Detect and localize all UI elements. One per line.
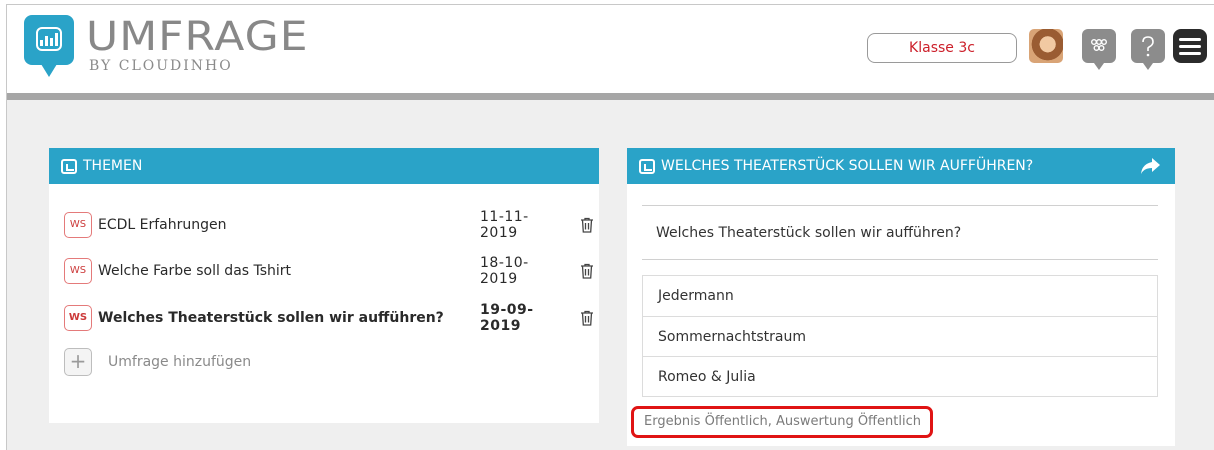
header-divider — [7, 93, 1214, 100]
share-icon[interactable] — [1139, 156, 1161, 176]
answer-option[interactable]: Sommernachtstraum — [643, 316, 1157, 356]
chat-chart-icon — [639, 158, 655, 174]
add-survey-row[interactable]: + Umfrage hinzufügen — [64, 348, 251, 376]
survey-detail-title: WELCHES THEATERSTÜCK SOLLEN WIR AUFFÜHRE… — [661, 158, 1034, 174]
app-title: UMFRAGE — [86, 13, 309, 60]
app-header: UMFRAGE BY CLOUDINHO Klasse 3c — [7, 5, 1214, 93]
theme-title[interactable]: ECDL Erfahrungen — [98, 217, 480, 233]
themes-panel-title: THEMEN — [83, 158, 143, 174]
theme-date: 19-09-2019 — [480, 302, 534, 334]
ws-badge: WS — [64, 212, 92, 238]
themes-panel: THEMEN WS ECDL Erfahrungen 11-11-2019 WS… — [49, 148, 599, 423]
trash-icon[interactable] — [580, 310, 594, 326]
add-survey-label[interactable]: Umfrage hinzufügen — [108, 354, 251, 370]
survey-detail-header: WELCHES THEATERSTÜCK SOLLEN WIR AUFFÜHRE… — [627, 148, 1175, 184]
logo-chart-icon — [24, 15, 74, 77]
answer-option[interactable]: Jedermann — [643, 276, 1157, 316]
answer-list: Jedermann Sommernachtstraum Romeo & Juli… — [642, 275, 1158, 397]
survey-detail-panel: WELCHES THEATERSTÜCK SOLLEN WIR AUFFÜHRE… — [627, 148, 1175, 446]
add-survey-button[interactable]: + — [64, 348, 92, 376]
trash-icon[interactable] — [580, 217, 594, 233]
theme-date: 18-10-2019 — [480, 255, 529, 287]
ws-badge: WS — [64, 305, 92, 331]
trash-icon[interactable] — [580, 263, 594, 279]
app-window: UMFRAGE BY CLOUDINHO Klasse 3c THEMEN WS… — [6, 4, 1214, 450]
app-subtitle: BY CLOUDINHO — [89, 58, 233, 74]
avatar[interactable] — [1029, 29, 1063, 63]
theme-item[interactable]: WS Welche Farbe soll das Tshirt 18-10-20… — [64, 255, 594, 287]
theme-title[interactable]: Welche Farbe soll das Tshirt — [98, 263, 480, 279]
theme-date: 11-11-2019 — [480, 209, 529, 241]
help-icon[interactable] — [1131, 29, 1165, 70]
theme-item-selected[interactable]: WS Welches Theaterstück sollen wir auffü… — [64, 302, 594, 334]
theme-item[interactable]: WS ECDL Erfahrungen 11-11-2019 — [64, 209, 594, 241]
menu-icon[interactable] — [1173, 29, 1207, 63]
chat-chart-icon — [61, 158, 77, 174]
class-selector[interactable]: Klasse 3c — [867, 33, 1017, 63]
visibility-setting[interactable]: Ergebnis Öffentlich, Auswertung Öffentli… — [631, 406, 933, 438]
ws-badge: WS — [64, 258, 92, 284]
answer-option[interactable]: Romeo & Julia — [643, 356, 1157, 396]
themes-panel-header: THEMEN — [49, 148, 599, 184]
group-icon[interactable] — [1082, 29, 1116, 70]
theme-title[interactable]: Welches Theaterstück sollen wir aufführe… — [98, 310, 480, 326]
survey-question: Welches Theaterstück sollen wir aufführe… — [642, 205, 1158, 260]
